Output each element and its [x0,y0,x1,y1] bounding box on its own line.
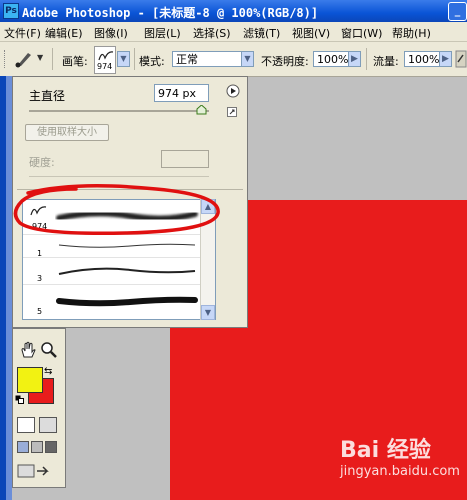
brush-size-label: 3 [37,274,43,283]
screen-mode-full-menu[interactable] [31,441,43,453]
reset-size-icon[interactable] [227,107,237,117]
menu-image[interactable]: 图像(I) [94,25,128,41]
opacity-slider-arrow[interactable]: ▶ [348,51,361,67]
mode-dropdown-arrow[interactable]: ▼ [241,51,254,67]
opacity-input[interactable]: 100% [313,51,349,67]
diameter-slider-thumb[interactable] [196,105,207,115]
stroke-preview [58,243,196,248]
separator [52,48,53,70]
baidu-watermark-logo: Bai 经验 [340,438,431,463]
menu-layer[interactable]: 图层(L) [144,25,181,41]
toolbox-panel: ⇆ [12,328,66,488]
brush-label: 画笔: [62,55,88,68]
zoom-tool-icon[interactable] [40,341,58,359]
brush-picker-dropdown[interactable]: ▼ [117,51,130,67]
hardness-input[interactable] [161,150,209,168]
flow-label: 流量: [373,55,399,68]
standard-mode-button[interactable] [17,417,35,433]
menu-file[interactable]: 文件(F) [4,25,41,41]
brush-tool-icon[interactable] [14,48,36,68]
menu-select[interactable]: 选择(S) [193,25,231,41]
separator [134,48,135,70]
hardness-slider-track[interactable] [29,176,209,177]
brush-preview[interactable]: 974 [94,46,116,74]
tool-options-bar: ▼ 画笔: 974 ▼ 模式: 正常 ▼ 不透明度: 100% ▶ 流量: 10… [0,42,467,77]
tool-preset-arrow[interactable]: ▼ [37,53,43,62]
title-bar: Ps Adobe Photoshop - [未标题-8 @ 100%(RGB/8… [0,0,467,22]
airbrush-icon[interactable] [455,50,467,68]
use-sample-size-button[interactable]: 使用取样大小 [25,124,109,141]
brush-size-label: 5 [37,307,43,316]
jump-to-imageready-icon[interactable] [17,463,57,479]
scroll-down-button[interactable]: ▼ [201,305,215,320]
hand-tool-icon[interactable] [19,341,37,359]
separator [366,48,367,70]
screen-mode-standard[interactable] [17,441,29,453]
menu-view[interactable]: 视图(V) [292,25,330,41]
brush-preset-item[interactable]: 5 [23,285,201,319]
window-title: Adobe Photoshop - [未标题-8 @ 100%(RGB/8)] [22,6,319,20]
panel-menu-icon[interactable] [226,84,240,98]
brush-tip-icon [98,51,114,61]
screen-mode-full[interactable] [45,441,57,453]
photoshop-app-icon: Ps [3,3,19,19]
menu-bar: 文件(F) 编辑(E) 图像(I) 图层(L) 选择(S) 滤镜(T) 视图(V… [0,22,467,42]
master-diameter-input[interactable]: 974 px [154,84,209,102]
red-annotation-circle [13,184,220,236]
hardness-label: 硬度: [29,156,55,169]
options-grip[interactable] [4,50,7,68]
opacity-label: 不透明度: [261,55,309,68]
default-colors-icon[interactable] [15,395,25,405]
brush-size-label: 1 [37,249,43,258]
swap-colors-icon[interactable]: ⇆ [44,366,52,377]
baidu-watermark-url: jingyan.baidu.com [340,464,460,479]
diameter-slider-track[interactable] [29,110,209,112]
menu-window[interactable]: 窗口(W) [341,25,382,41]
stroke-preview [56,296,198,307]
foreground-color-swatch[interactable] [17,367,43,393]
stroke-preview [58,267,196,275]
minimize-button[interactable]: _ [448,2,467,21]
brush-size-value: 974 [97,62,113,71]
mode-select[interactable]: 正常 [172,51,242,67]
menu-edit[interactable]: 编辑(E) [45,25,83,41]
mode-label: 模式: [139,55,165,68]
menu-filter[interactable]: 滤镜(T) [243,25,280,41]
flow-input[interactable]: 100% [404,51,440,67]
quick-mask-button[interactable] [39,417,57,433]
brush-preset-item[interactable]: 3 [23,258,201,285]
menu-help[interactable]: 帮助(H) [392,25,431,41]
master-diameter-label: 主直径 [29,89,66,103]
flow-slider-arrow[interactable]: ▶ [439,51,452,67]
